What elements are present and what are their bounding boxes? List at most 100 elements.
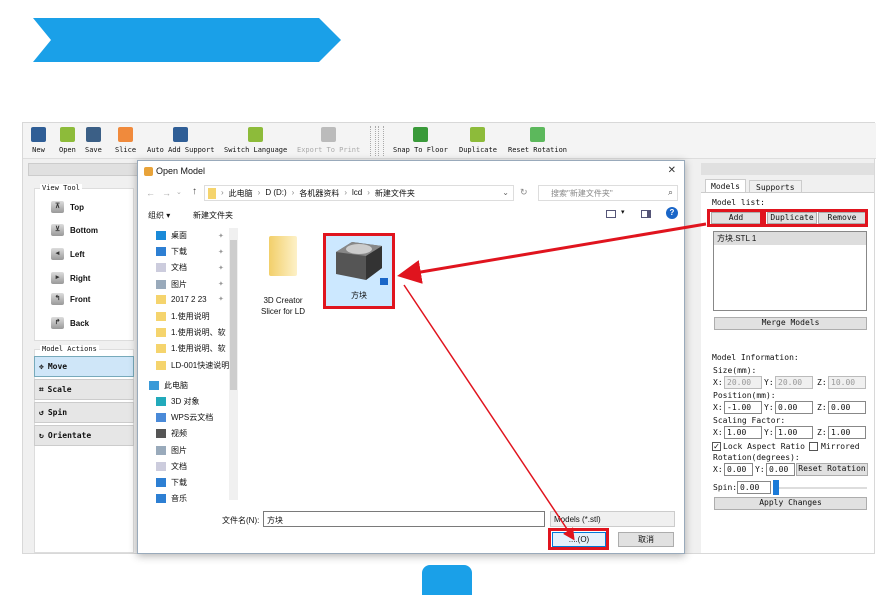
toolbar-new-button[interactable]: New [31, 127, 46, 154]
action-move-button[interactable]: ✥ Move [34, 356, 134, 377]
nav-item[interactable]: 3D 对象 [156, 396, 199, 407]
rotation-y-input[interactable]: 0.00 [766, 463, 795, 476]
breadcrumb-item[interactable]: lcd [352, 188, 362, 199]
nav-item[interactable]: 下载 ✦ [156, 246, 224, 257]
toolbar-grip[interactable] [370, 126, 376, 156]
view-dropdown-icon[interactable]: ▾ [621, 208, 625, 216]
close-button[interactable]: ✕ [668, 165, 676, 176]
nav-item[interactable]: 图片 [156, 445, 187, 456]
forward-icon[interactable]: → [162, 188, 171, 198]
merge-models-button[interactable]: Merge Models [714, 317, 867, 330]
pin-icon[interactable]: ✦ [218, 295, 224, 303]
toolbar-duplicate-button[interactable]: Duplicate [459, 127, 497, 154]
nav-item[interactable]: 1.使用说明 [156, 311, 210, 322]
model-list-title: Model list: [712, 198, 765, 207]
nav-item[interactable]: 视频 [156, 428, 187, 439]
breadcrumb-item[interactable]: 此电脑 [229, 188, 253, 199]
file-item-folder[interactable]: 3D Creator Slicer for LD [258, 236, 308, 326]
action-label: Orientate [47, 431, 92, 440]
toolbar-slice-button[interactable]: Slice [115, 127, 136, 154]
action-scale-button[interactable]: ⌗ Scale [34, 379, 134, 400]
up-icon[interactable]: ↑ [192, 186, 197, 197]
toolbar-reset-rotation-button[interactable]: Reset Rotation [508, 127, 567, 154]
spin-slider-track[interactable] [773, 487, 867, 489]
filename-input[interactable]: 方块 [263, 511, 545, 527]
view-front-button[interactable]: ↰ Front [51, 293, 90, 305]
address-dropdown-icon[interactable]: ⌄ [502, 188, 509, 197]
pin-icon[interactable]: ✦ [218, 264, 224, 272]
view-left-button[interactable]: ◂ Left [51, 248, 85, 260]
pin-icon[interactable]: ✦ [218, 232, 224, 240]
nav-item[interactable]: 2017 2 23 ✦ [156, 294, 224, 304]
nav-item[interactable]: 文档 [156, 461, 187, 472]
panel-header [28, 163, 138, 176]
preview-pane-icon[interactable] [641, 210, 651, 218]
folder-icon [269, 236, 297, 276]
back-icon[interactable]: ← [146, 188, 155, 198]
pin-icon[interactable]: ✦ [218, 248, 224, 256]
nav-item[interactable]: WPS云文档 [156, 412, 213, 423]
filetype-select[interactable]: Models (*.stl) [550, 511, 675, 527]
apply-changes-button[interactable]: Apply Changes [714, 497, 867, 510]
toolbar-snap-to-floor-button[interactable]: Snap To Floor [393, 127, 448, 154]
help-icon[interactable]: ? [666, 207, 678, 219]
action-spin-button[interactable]: ↺ Spin [34, 402, 134, 423]
breadcrumb-item[interactable]: D (D:) [265, 188, 286, 199]
document-icon [156, 263, 166, 273]
nav-scrollbar[interactable] [229, 228, 238, 500]
new-folder-button[interactable]: 新建文件夹 [193, 210, 233, 221]
filename-label: 文件名(N): [222, 516, 260, 525]
toolbar-grip[interactable] [378, 126, 384, 156]
toolbar-auto-add-support-button[interactable]: Auto Add Support [147, 127, 214, 154]
nav-item[interactable]: 此电脑 [149, 380, 188, 391]
organize-menu[interactable]: 组织 ▾ [148, 210, 170, 221]
nav-item[interactable]: 下载 [156, 477, 187, 488]
view-back-button[interactable]: ↱ Back [51, 317, 89, 329]
highlight-open [548, 528, 609, 550]
view-label: Bottom [70, 225, 98, 235]
model-list-item[interactable]: 方块.STL 1 [714, 232, 866, 245]
breadcrumb-item[interactable]: 各机器资料 [299, 188, 339, 199]
toolbar-save-button[interactable]: Save [85, 127, 102, 154]
rotation-x-input[interactable]: 0.00 [724, 463, 753, 476]
nav-item[interactable]: 文档 ✦ [156, 262, 224, 273]
position-z-input[interactable]: 0.00 [828, 401, 866, 414]
nav-item[interactable]: 音乐 [156, 493, 187, 504]
reset-rotation-button[interactable]: Reset Rotation [796, 463, 868, 476]
nav-item[interactable]: 桌面 ✦ [156, 230, 224, 241]
toolbar-open-button[interactable]: Open [59, 127, 76, 154]
nav-item[interactable]: 图片 ✦ [156, 279, 224, 290]
view-options-icon[interactable] [606, 210, 616, 218]
recent-dropdown-icon[interactable]: ⌄ [176, 188, 182, 196]
position-x-input[interactable]: -1.00 [724, 401, 762, 414]
refresh-icon[interactable]: ↻ [520, 187, 528, 198]
cancel-button[interactable]: 取消 [618, 532, 674, 547]
file-item-stl[interactable]: 方块 [323, 233, 395, 309]
lock-aspect-checkbox[interactable]: ✓ [712, 442, 721, 451]
nav-item[interactable]: 1.使用说明、软 [156, 343, 226, 354]
view-bottom-icon: ⊻ [51, 224, 64, 236]
toolbar-export-to-print-button[interactable]: Export To Print [297, 127, 360, 154]
address-bar[interactable]: › 此电脑 › D (D:) › 各机器资料 › lcd › 新建文件夹 ⌄ [204, 185, 514, 201]
tab-models[interactable]: Models [705, 179, 746, 193]
action-orientate-button[interactable]: ↻ Orientate [34, 425, 134, 446]
pin-icon[interactable]: ✦ [218, 280, 224, 288]
spin-input[interactable]: 0.00 [737, 481, 771, 494]
mirrored-checkbox[interactable] [809, 442, 818, 451]
stl-model-icon [336, 242, 388, 285]
position-y-input[interactable]: 0.00 [775, 401, 813, 414]
model-list[interactable]: 方块.STL 1 [713, 231, 867, 311]
view-bottom-button[interactable]: ⊻ Bottom [51, 224, 98, 236]
scale-x-input[interactable]: 1.00 [724, 426, 762, 439]
toolbar-switch-language-button[interactable]: Switch Language [224, 127, 287, 154]
spin-slider-handle[interactable] [773, 480, 779, 495]
search-input[interactable]: 搜索"新建文件夹" ⌕ [538, 185, 678, 201]
nav-item[interactable]: LD-001快速说明 [156, 360, 229, 371]
scale-z-input[interactable]: 1.00 [828, 426, 866, 439]
view-right-button[interactable]: ▸ Right [51, 272, 90, 284]
nav-item[interactable]: 1.使用说明、软 [156, 327, 226, 338]
breadcrumb-separator: › [344, 188, 348, 197]
scale-y-input[interactable]: 1.00 [775, 426, 813, 439]
view-top-button[interactable]: ⊼ Top [51, 201, 84, 213]
breadcrumb-item[interactable]: 新建文件夹 [375, 188, 415, 199]
